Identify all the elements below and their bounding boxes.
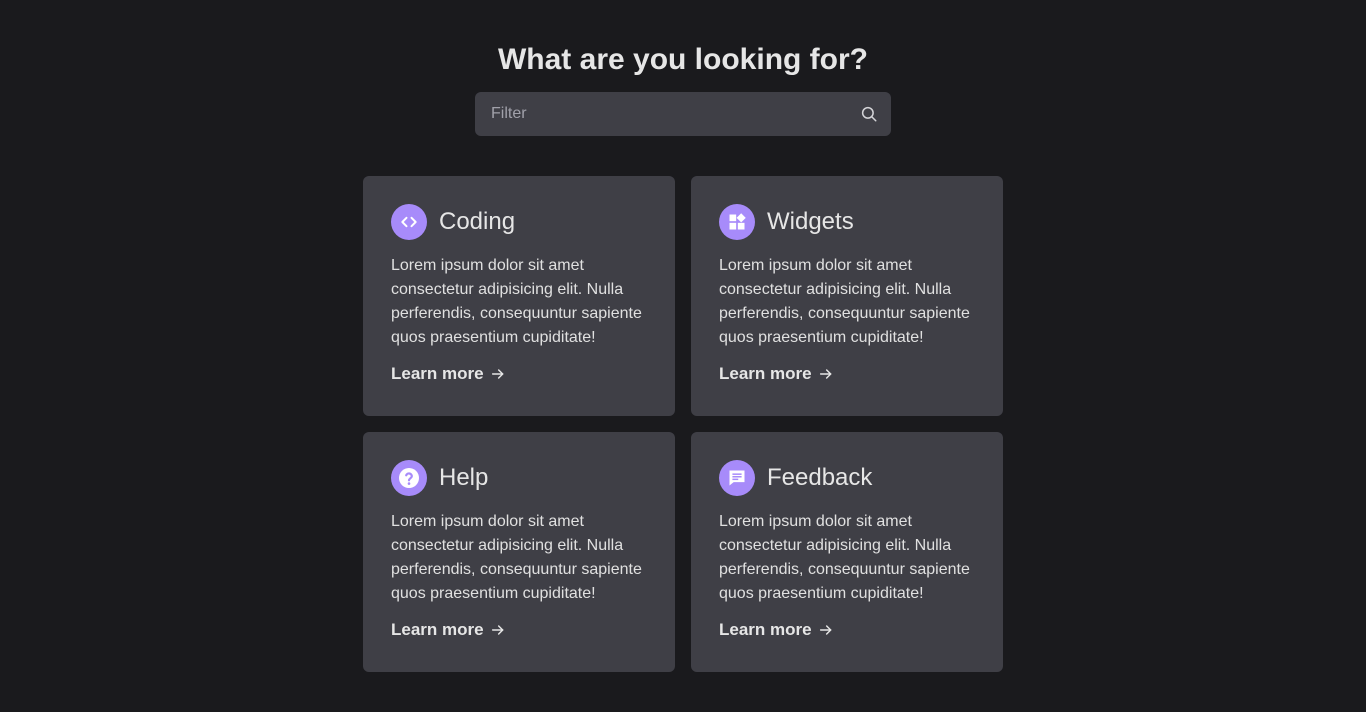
arrow-right-icon (819, 369, 831, 379)
card-header: Widgets (719, 204, 975, 240)
learn-more-label: Learn more (719, 364, 812, 383)
card-title: Help (439, 464, 489, 491)
card-header: Feedback (719, 460, 975, 496)
card-title: Coding (439, 208, 516, 235)
page-title: What are you looking for? (497, 43, 868, 76)
card-help: Help Lorem ipsum dolor sit amet consecte… (363, 432, 675, 672)
arrow-right-icon (491, 369, 503, 379)
search-input[interactable] (475, 92, 845, 136)
learn-more-label: Learn more (391, 364, 484, 383)
card-widgets: Widgets Lorem ipsum dolor sit amet conse… (691, 176, 1003, 416)
card-title: Feedback (767, 464, 873, 491)
learn-more-label: Learn more (391, 620, 484, 639)
card-description: Lorem ipsum dolor sit amet consectetur a… (391, 257, 642, 346)
search-icon[interactable] (860, 105, 878, 123)
card-feedback: Feedback Lorem ipsum dolor sit amet cons… (691, 432, 1003, 672)
learn-more-label: Learn more (719, 620, 812, 639)
question-icon (391, 460, 427, 496)
arrow-right-icon (819, 625, 831, 635)
card-grid: Coding Lorem ipsum dolor sit amet consec… (363, 176, 1003, 672)
code-icon (391, 204, 427, 240)
card-description: Lorem ipsum dolor sit amet consectetur a… (719, 513, 970, 602)
card-coding: Coding Lorem ipsum dolor sit amet consec… (363, 176, 675, 416)
search-bar (475, 92, 891, 136)
chat-bubble-icon (719, 460, 755, 496)
card-header: Help (391, 460, 647, 496)
card-description: Lorem ipsum dolor sit amet consectetur a… (391, 513, 642, 602)
learn-more-link[interactable]: Learn more (719, 620, 834, 640)
arrow-right-icon (491, 625, 503, 635)
learn-more-link[interactable]: Learn more (391, 620, 506, 640)
learn-more-link[interactable]: Learn more (391, 364, 506, 384)
card-description: Lorem ipsum dolor sit amet consectetur a… (719, 257, 970, 346)
page: What are you looking for? Coding Lorem i… (0, 0, 1366, 712)
learn-more-link[interactable]: Learn more (719, 364, 834, 384)
widgets-icon (719, 204, 755, 240)
card-title: Widgets (767, 208, 854, 235)
card-header: Coding (391, 204, 647, 240)
